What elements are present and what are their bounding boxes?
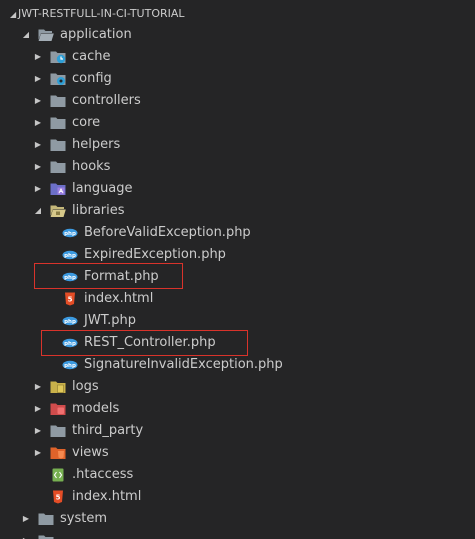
file-label: index.html xyxy=(84,291,154,306)
tree-folder-hooks[interactable]: ▶ hooks xyxy=(0,156,475,178)
folder-label: helpers xyxy=(72,137,121,152)
php-file-icon: php xyxy=(62,272,78,282)
folder-label: models xyxy=(72,401,120,416)
file-label: ExpiredException.php xyxy=(84,247,226,262)
folder-icon xyxy=(38,512,54,526)
collapsed-chevron-icon[interactable]: ▶ xyxy=(33,68,43,90)
folder-icon xyxy=(50,424,66,438)
tree-folder-models[interactable]: ▶ models xyxy=(0,398,475,420)
file-label: index.html xyxy=(72,489,142,504)
folder-label: application xyxy=(60,27,132,42)
libraries-folder-open-icon xyxy=(50,205,66,217)
svg-text:5: 5 xyxy=(56,494,61,502)
tree-folder-libraries[interactable]: ◢ libraries xyxy=(0,200,475,222)
collapsed-chevron-icon[interactable]: ▶ xyxy=(33,156,43,178)
collapsed-chevron-icon[interactable]: ▶ xyxy=(33,46,43,68)
folder-label: system xyxy=(60,511,107,526)
php-file-icon: php xyxy=(62,228,78,238)
tree-file-jwt[interactable]: php JWT.php xyxy=(0,310,475,332)
tree-file-format[interactable]: php Format.php xyxy=(0,266,475,288)
folder-icon xyxy=(50,160,66,174)
folder-label: logs xyxy=(72,379,99,394)
php-file-icon: php xyxy=(62,250,78,260)
file-label: JWT.php xyxy=(84,313,136,328)
folder-open-icon xyxy=(38,28,54,42)
tree-file-before-valid-exception[interactable]: php BeforeValidException.php xyxy=(0,222,475,244)
language-folder-icon xyxy=(50,183,66,195)
folder-label: language xyxy=(72,181,133,196)
folder-label: hooks xyxy=(72,159,111,174)
collapsed-chevron-icon[interactable]: ▶ xyxy=(33,112,43,134)
collapsed-chevron-icon[interactable]: ▶ xyxy=(33,376,43,398)
collapsed-chevron-icon[interactable]: ▶ xyxy=(33,134,43,156)
htaccess-file-icon xyxy=(52,468,64,482)
expanded-chevron-icon[interactable]: ◢ xyxy=(33,200,43,222)
collapsed-chevron-icon[interactable]: ▶ xyxy=(33,398,43,420)
file-tree: ◢ application ▶ cache ▶ config ▶ control… xyxy=(0,24,475,539)
html5-file-icon: 5 xyxy=(53,490,63,504)
file-label: .htaccess xyxy=(72,467,134,482)
tree-folder-helpers[interactable]: ▶ helpers xyxy=(0,134,475,156)
svg-text:php: php xyxy=(64,319,76,325)
config-folder-icon xyxy=(50,73,66,85)
tree-folder-controllers[interactable]: ▶ controllers xyxy=(0,90,475,112)
tree-folder-language[interactable]: ▶ language xyxy=(0,178,475,200)
cache-folder-icon xyxy=(50,51,66,64)
folder-icon xyxy=(50,94,66,108)
collapsed-chevron-icon[interactable]: ▶ xyxy=(33,420,43,442)
models-folder-icon xyxy=(50,403,66,415)
svg-text:5: 5 xyxy=(68,296,73,304)
tree-file-signature-invalid-exception[interactable]: php SignatureInvalidException.php xyxy=(0,354,475,376)
collapsed-chevron-icon[interactable]: ▶ xyxy=(33,442,43,464)
folder-label: controllers xyxy=(72,93,141,108)
php-file-icon: php xyxy=(62,338,78,348)
logs-folder-icon xyxy=(50,381,66,393)
tree-folder-application[interactable]: ◢ application xyxy=(0,24,475,46)
tree-folder-logs[interactable]: ▶ logs xyxy=(0,376,475,398)
expanded-chevron-icon[interactable]: ◢ xyxy=(21,24,31,46)
folder-icon xyxy=(50,138,66,152)
folder-label: config xyxy=(72,71,112,86)
tree-folder-core[interactable]: ▶ core xyxy=(0,112,475,134)
collapsed-chevron-icon[interactable]: ▶ xyxy=(21,530,31,539)
tree-file-htaccess[interactable]: .htaccess xyxy=(0,464,475,486)
tree-folder-config[interactable]: ▶ config xyxy=(0,68,475,90)
folder-label: views xyxy=(72,445,109,460)
folder-icon xyxy=(38,534,54,539)
tree-file-rest-controller[interactable]: php REST_Controller.php xyxy=(0,332,475,354)
php-file-icon: php xyxy=(62,360,78,370)
tree-folder-system[interactable]: ▶ system xyxy=(0,508,475,530)
file-label: BeforeValidException.php xyxy=(84,225,251,240)
tree-folder-third-party[interactable]: ▶ third_party xyxy=(0,420,475,442)
explorer-section-header[interactable]: ◢ JWT-RESTFULL-IN-CI-TUTORIAL xyxy=(0,0,475,26)
collapsed-chevron-icon[interactable]: ▶ xyxy=(21,508,31,530)
file-label: REST_Controller.php xyxy=(84,335,216,350)
collapsed-chevron-icon[interactable]: ▶ xyxy=(33,178,43,200)
svg-text:php: php xyxy=(64,363,76,369)
html5-file-icon: 5 xyxy=(65,292,75,306)
tree-file-index-html-application[interactable]: 5 index.html xyxy=(0,486,475,508)
file-label: SignatureInvalidException.php xyxy=(84,357,283,372)
tree-folder-cache[interactable]: ▶ cache xyxy=(0,46,475,68)
views-folder-icon xyxy=(50,447,66,459)
svg-text:php: php xyxy=(64,231,76,237)
tree-file-expired-exception[interactable]: php ExpiredException.php xyxy=(0,244,475,266)
tree-file-index-html-libraries[interactable]: 5 index.html xyxy=(0,288,475,310)
folder-label: cache xyxy=(72,49,111,64)
svg-text:php: php xyxy=(64,253,76,259)
project-title: JWT-RESTFULL-IN-CI-TUTORIAL xyxy=(18,7,185,20)
file-label: Format.php xyxy=(84,269,159,284)
folder-label: third_party xyxy=(72,423,144,438)
tree-folder-partial[interactable]: ▶ xyxy=(0,530,475,539)
folder-icon xyxy=(50,116,66,130)
php-file-icon: php xyxy=(62,316,78,326)
folder-label: core xyxy=(72,115,101,130)
collapsed-chevron-icon[interactable]: ▶ xyxy=(33,90,43,112)
svg-text:php: php xyxy=(64,275,76,281)
svg-text:php: php xyxy=(64,341,76,347)
folder-label: libraries xyxy=(72,203,125,218)
tree-folder-views[interactable]: ▶ views xyxy=(0,442,475,464)
